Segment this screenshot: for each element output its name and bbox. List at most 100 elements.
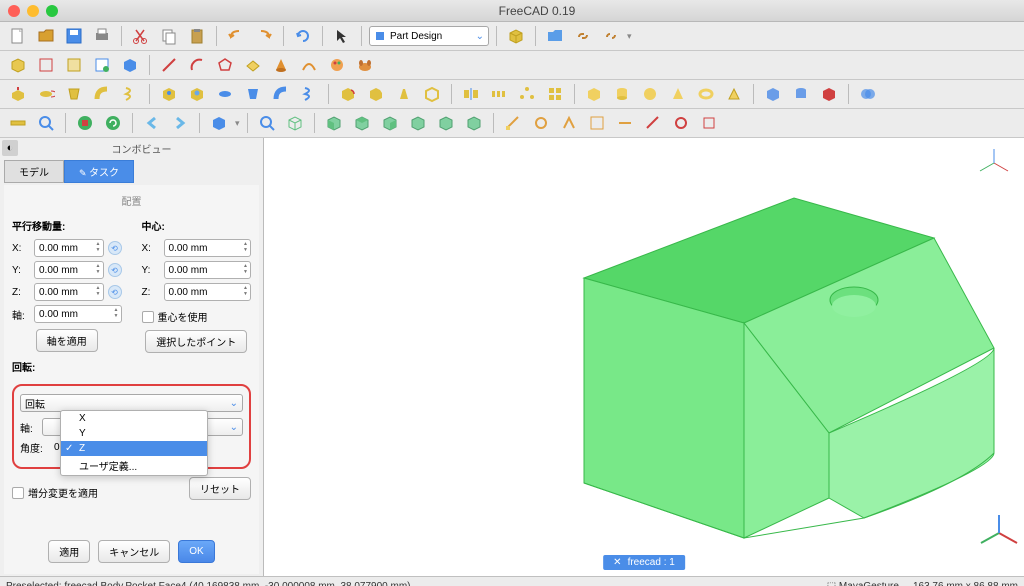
translation-y-input[interactable]: 0.00 mm▲▼: [34, 261, 104, 279]
orientation-widget-top[interactable]: [980, 149, 1008, 171]
select-cursor-icon[interactable]: [330, 24, 354, 48]
link-icon[interactable]: [571, 24, 595, 48]
view-left-icon[interactable]: [462, 111, 486, 135]
prim-cone2-icon[interactable]: [666, 82, 690, 106]
redo-icon[interactable]: [252, 24, 276, 48]
measure-red3-icon[interactable]: [697, 111, 721, 135]
polar-pattern-icon[interactable]: [515, 82, 539, 106]
subtractive-loft-icon[interactable]: [241, 82, 265, 106]
use-centroid-checkbox[interactable]: 重心を使用: [142, 309, 252, 324]
nav-style[interactable]: ⬚ MayaGesture: [827, 581, 899, 586]
line-icon[interactable]: [157, 53, 181, 77]
tab-model[interactable]: モデル: [4, 160, 64, 183]
revolve-icon[interactable]: [34, 82, 58, 106]
sketch-map-icon[interactable]: [90, 53, 114, 77]
fit-all-icon[interactable]: [255, 111, 279, 135]
refresh-icon[interactable]: [291, 24, 315, 48]
apply-button[interactable]: 適用: [48, 540, 90, 563]
measure3-icon[interactable]: [557, 111, 581, 135]
measure2-icon[interactable]: [529, 111, 553, 135]
mirror-feature-icon[interactable]: [459, 82, 483, 106]
reset-button[interactable]: リセット: [189, 477, 251, 500]
save-icon[interactable]: [62, 24, 86, 48]
arrow-left-icon[interactable]: [140, 111, 164, 135]
view-top-icon[interactable]: [350, 111, 374, 135]
document-tab[interactable]: ✕ freecad : 1: [603, 555, 685, 570]
prim-prism-icon[interactable]: [722, 82, 746, 106]
orientation-widget-bottom[interactable]: [981, 515, 1017, 543]
linear-pattern-icon[interactable]: [487, 82, 511, 106]
workbench-selector[interactable]: Part Design ⌄: [369, 26, 489, 46]
translation-z-input[interactable]: 0.00 mm▲▼: [34, 283, 104, 301]
sketch-edit-icon[interactable]: [62, 53, 86, 77]
subtractive-sweep-icon[interactable]: [269, 82, 293, 106]
view-front-icon[interactable]: [322, 111, 346, 135]
measure4-icon[interactable]: [585, 111, 609, 135]
view-rear-icon[interactable]: [406, 111, 430, 135]
panel-toggle-icon[interactable]: ◐: [2, 140, 18, 156]
hole-icon[interactable]: [185, 82, 209, 106]
prim-box-icon[interactable]: [582, 82, 606, 106]
measure-red2-icon[interactable]: [669, 111, 693, 135]
polygon-icon[interactable]: [213, 53, 237, 77]
sub-sphere-icon[interactable]: [817, 82, 841, 106]
translation-axis-input[interactable]: 0.00 mm▲▼: [34, 305, 122, 323]
prim-cylinder-icon[interactable]: [610, 82, 634, 106]
prim-torus-icon[interactable]: [694, 82, 718, 106]
axis-option-user[interactable]: ユーザ定義...: [61, 456, 207, 475]
measure5-icon[interactable]: [613, 111, 637, 135]
arc-icon[interactable]: [185, 53, 209, 77]
box-part-icon[interactable]: [504, 24, 528, 48]
subtractive-helix-icon[interactable]: [297, 82, 321, 106]
link-break-icon[interactable]: [599, 24, 623, 48]
sub-cylinder-icon[interactable]: [789, 82, 813, 106]
maximize-window-button[interactable]: [46, 5, 58, 17]
datum-icon[interactable]: [118, 53, 142, 77]
plane-icon[interactable]: [241, 53, 265, 77]
sketch-new-icon[interactable]: [34, 53, 58, 77]
reset-x-icon[interactable]: ⟲: [108, 241, 122, 255]
ok-button[interactable]: OK: [178, 540, 214, 563]
sub-box-icon[interactable]: [761, 82, 785, 106]
tab-task[interactable]: タスク: [64, 160, 134, 183]
center-z-input[interactable]: 0.00 mm▲▼: [164, 283, 252, 301]
cancel-button[interactable]: キャンセル: [98, 540, 170, 563]
axis-option-y[interactable]: Y: [61, 426, 207, 441]
paste-icon[interactable]: [185, 24, 209, 48]
apply-axis-button[interactable]: 軸を適用: [36, 329, 98, 352]
folder-blue-icon[interactable]: [543, 24, 567, 48]
zoom-icon[interactable]: [34, 111, 58, 135]
wireframe-icon[interactable]: [283, 111, 307, 135]
helix-icon[interactable]: [118, 82, 142, 106]
sweep-icon[interactable]: [90, 82, 114, 106]
loft-icon[interactable]: [62, 82, 86, 106]
undo-icon[interactable]: [224, 24, 248, 48]
pocket-icon[interactable]: [157, 82, 181, 106]
prim-sphere-icon[interactable]: [638, 82, 662, 106]
copy-icon[interactable]: [157, 24, 181, 48]
cut-icon[interactable]: [129, 24, 153, 48]
selected-point-button[interactable]: 選択したポイント: [145, 330, 247, 353]
bezier-icon[interactable]: [297, 53, 321, 77]
cone-icon[interactable]: [269, 53, 293, 77]
axis-option-x[interactable]: X: [61, 411, 207, 426]
view-bottom-icon[interactable]: [434, 111, 458, 135]
model-body[interactable]: [584, 198, 994, 538]
thickness-icon[interactable]: [420, 82, 444, 106]
center-y-input[interactable]: 0.00 mm▲▼: [164, 261, 252, 279]
groove-icon[interactable]: [213, 82, 237, 106]
measure-icon[interactable]: [6, 111, 30, 135]
minimize-window-button[interactable]: [27, 5, 39, 17]
print-icon[interactable]: [90, 24, 114, 48]
reset-z-icon[interactable]: ⟲: [108, 285, 122, 299]
draft-icon[interactable]: [392, 82, 416, 106]
viewport-3d[interactable]: ✕ freecad : 1: [264, 138, 1024, 576]
translation-x-input[interactable]: 0.00 mm▲▼: [34, 239, 104, 257]
dog-icon[interactable]: [353, 53, 377, 77]
palette-icon[interactable]: [325, 53, 349, 77]
incremental-checkbox[interactable]: 増分変更を適用: [12, 485, 98, 500]
fillet-icon[interactable]: [336, 82, 360, 106]
body-create-icon[interactable]: [6, 53, 30, 77]
axis-option-z[interactable]: Z: [61, 441, 207, 456]
boolean-icon[interactable]: [856, 82, 880, 106]
